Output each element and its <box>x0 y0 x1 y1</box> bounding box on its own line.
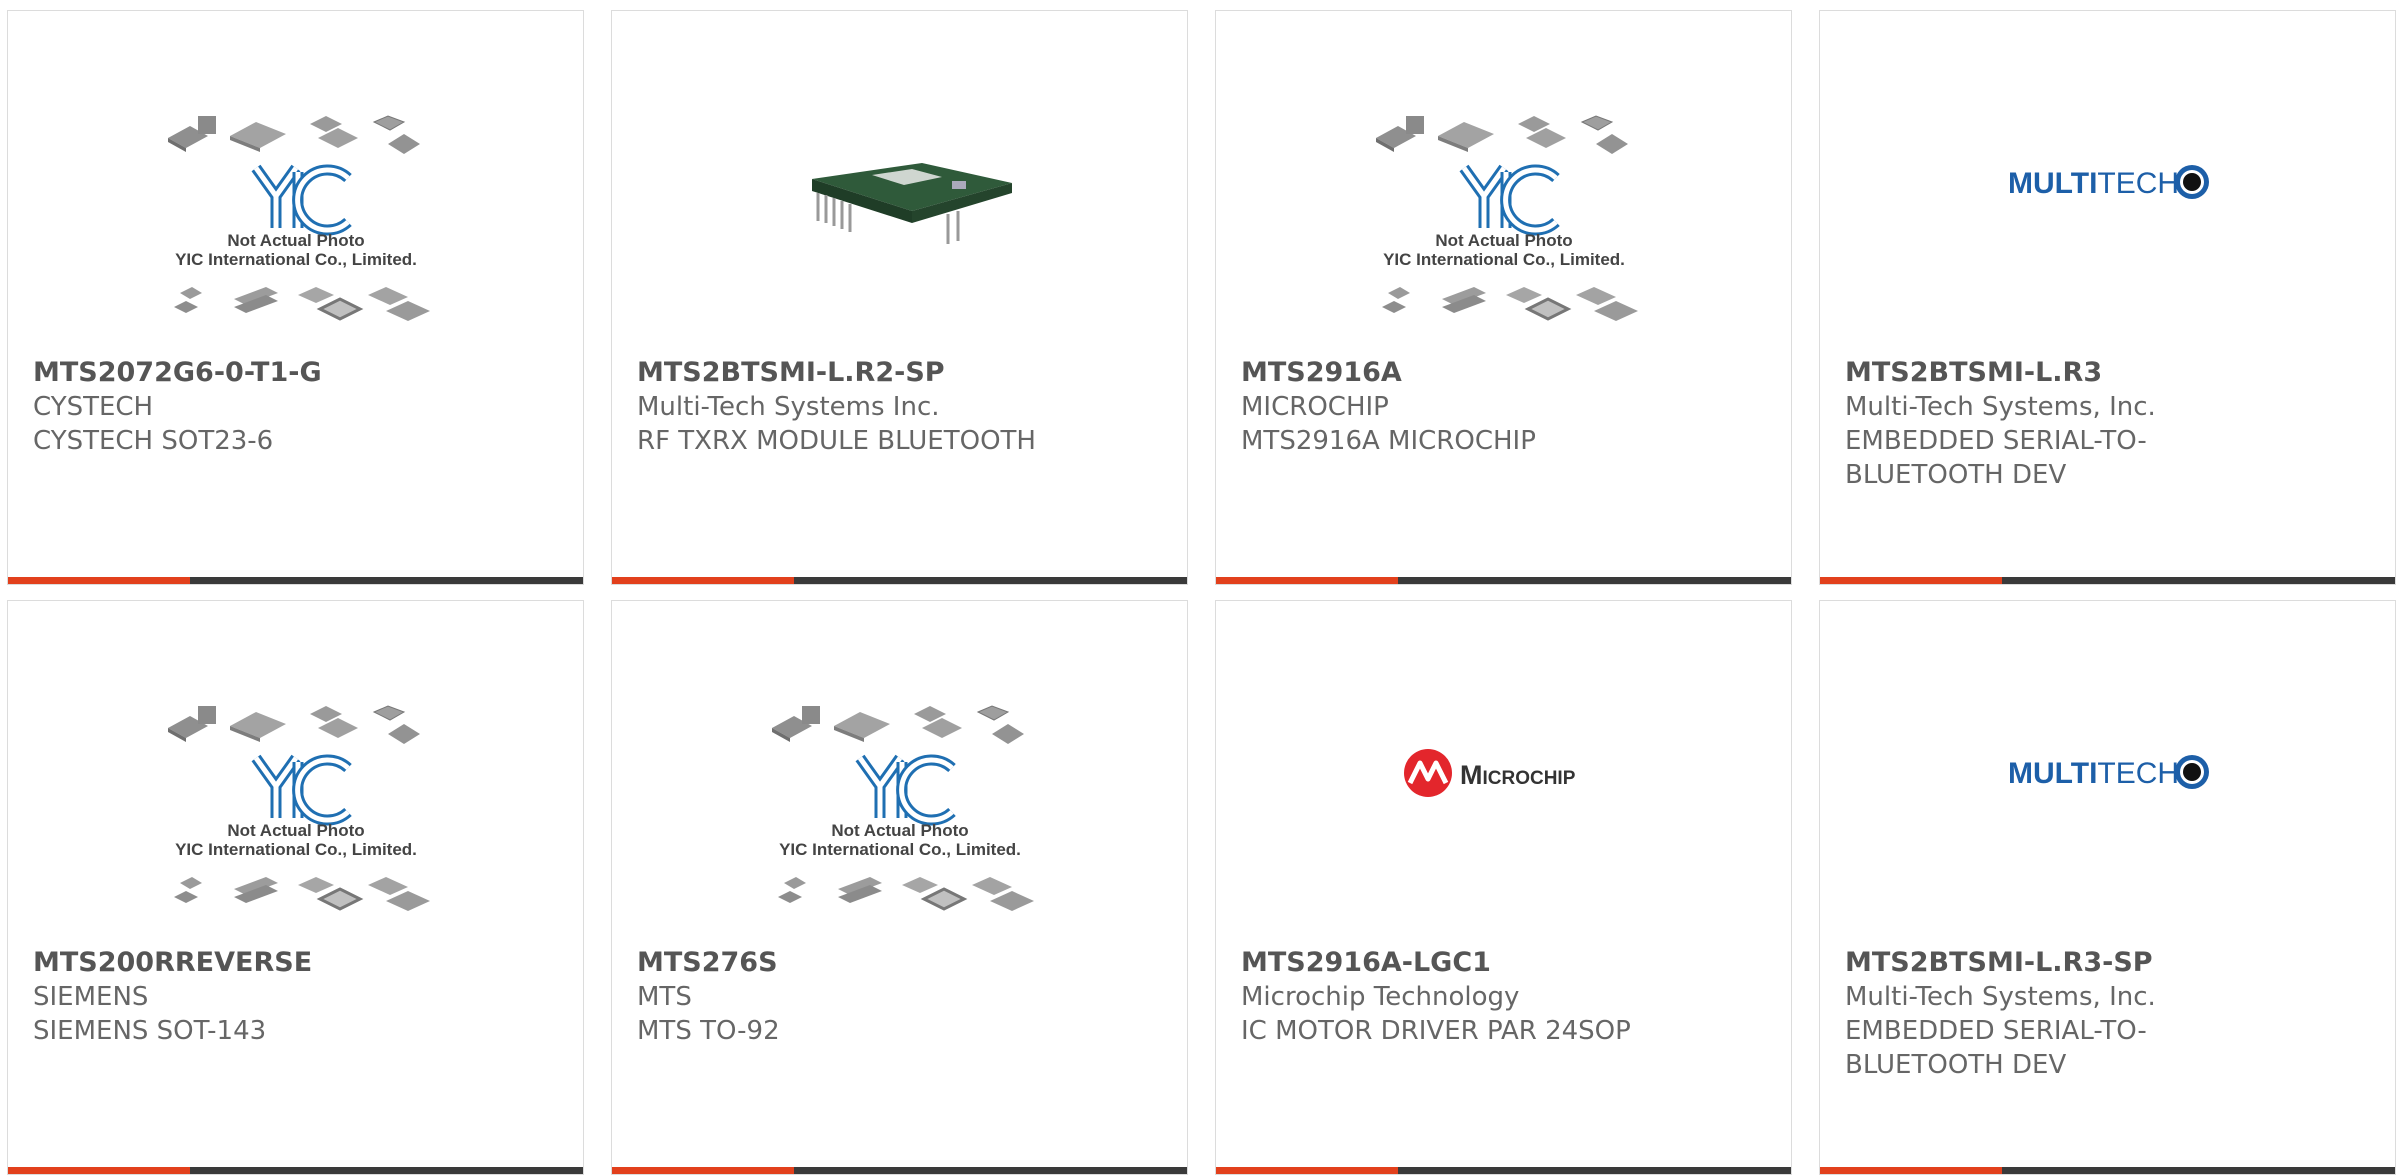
svg-text:Not Actual Photo: Not Actual Photo <box>227 231 364 250</box>
product-info: MTS2BTSMI-L.R3 Multi-Tech Systems, Inc. … <box>1845 356 2275 492</box>
manufacturer-name: MTS <box>637 982 692 1012</box>
placeholder-image: Not Actual Photo YIC International Co., … <box>1375 115 1640 323</box>
manufacturer-name: SIEMENS <box>33 982 149 1012</box>
manufacturer-name: Multi-Tech Systems, Inc. <box>1845 392 2156 422</box>
pcb-module-image <box>812 163 1012 244</box>
svg-text:Microchip: Microchip <box>1460 760 1576 790</box>
part-number-link[interactable]: MTS2BTSMI-L.R3 <box>1845 356 2275 390</box>
card-footer-accent <box>1820 1167 2002 1174</box>
product-image: Not Actual Photo YIC International Co., … <box>1216 71 1793 341</box>
product-description: SIEMENS SOT-143 <box>33 1016 267 1046</box>
product-image: MULTITECH <box>1820 661 2397 931</box>
svg-text:YIC International Co., Limited: YIC International Co., Limited. <box>175 250 417 269</box>
card-footer-bar <box>612 577 1187 584</box>
placeholder-image: Not Actual Photo YIC International Co., … <box>167 115 432 323</box>
product-image: MULTITECH <box>1820 71 2397 341</box>
card-footer-accent <box>1820 577 2002 584</box>
card-footer-accent <box>612 1167 794 1174</box>
product-description: EMBEDDED SERIAL-TO-BLUETOOTH DEV <box>1845 426 2147 490</box>
product-card[interactable]: MULTITECH MTS2BTSMI-L.R3-SP Multi-Tech S… <box>1819 600 2396 1175</box>
manufacturer-name: Multi-Tech Systems Inc. <box>637 392 940 422</box>
product-card[interactable]: Microchip MTS2916A-LGC1 Microchip Techno… <box>1215 600 1792 1175</box>
microchip-logo: Microchip <box>1404 749 1576 797</box>
card-footer-accent <box>612 577 794 584</box>
product-card[interactable]: MULTITECH MTS2BTSMI-L.R3 Multi-Tech Syst… <box>1819 10 2396 585</box>
card-footer-bar <box>1216 577 1791 584</box>
product-description: EMBEDDED SERIAL-TO-BLUETOOTH DEV <box>1845 1016 2147 1080</box>
card-footer-bar <box>1820 577 2395 584</box>
product-card[interactable]: Not Actual Photo YIC International Co., … <box>7 10 584 585</box>
product-grid: Not Actual Photo YIC International Co., … <box>0 0 2403 1175</box>
svg-text:YIC International Co., Limited: YIC International Co., Limited. <box>1383 250 1625 269</box>
product-info: MTS2BTSMI-L.R3-SP Multi-Tech Systems, In… <box>1845 946 2275 1082</box>
svg-text:Not Actual Photo: Not Actual Photo <box>831 821 968 840</box>
manufacturer-name: MICROCHIP <box>1241 392 1389 422</box>
svg-text:YIC International Co., Limited: YIC International Co., Limited. <box>175 840 417 859</box>
product-info: MTS2916A-LGC1 Microchip Technology IC MO… <box>1241 946 1671 1048</box>
bluetooth-module-icon <box>812 163 1012 244</box>
card-footer-accent <box>8 577 190 584</box>
microchip-mark-icon <box>1404 749 1452 797</box>
card-footer-bar <box>8 577 583 584</box>
product-card[interactable]: MTS2BTSMI-L.R2-SP Multi-Tech Systems Inc… <box>611 10 1188 585</box>
card-footer-bar <box>1820 1167 2395 1174</box>
yic-logo-icon <box>251 164 352 236</box>
product-image: Not Actual Photo YIC International Co., … <box>8 661 585 931</box>
placeholder-image: Not Actual Photo YIC International Co., … <box>167 705 432 913</box>
product-info: MTS200RREVERSE SIEMENS SIEMENS SOT-143 <box>33 946 463 1048</box>
yic-logo-icon <box>251 754 352 826</box>
card-footer-accent <box>8 1167 190 1174</box>
product-image: Not Actual Photo YIC International Co., … <box>8 71 585 341</box>
product-card[interactable]: Not Actual Photo YIC International Co., … <box>7 600 584 1175</box>
product-info: MTS276S MTS MTS TO-92 <box>637 946 1067 1048</box>
part-number-link[interactable]: MTS2072G6-0-T1-G <box>33 356 463 390</box>
product-description: RF TXRX MODULE BLUETOOTH <box>637 426 1036 456</box>
yic-logo-icon <box>1459 164 1560 236</box>
svg-text:MULTITECH: MULTITECH <box>2008 167 2179 200</box>
part-number-link[interactable]: MTS2916A <box>1241 356 1671 390</box>
product-description: MTS TO-92 <box>637 1016 780 1046</box>
manufacturer-name: CYSTECH <box>33 392 154 422</box>
product-image: Not Actual Photo YIC International Co., … <box>612 661 1189 931</box>
placeholder-image: Not Actual Photo YIC International Co., … <box>771 705 1036 913</box>
multitech-circle-icon <box>2175 755 2209 789</box>
card-footer-bar <box>1216 1167 1791 1174</box>
product-info: MTS2BTSMI-L.R2-SP Multi-Tech Systems Inc… <box>637 356 1067 458</box>
card-footer-bar <box>612 1167 1187 1174</box>
card-footer-bar <box>8 1167 583 1174</box>
product-card[interactable]: Not Actual Photo YIC International Co., … <box>611 600 1188 1175</box>
product-card[interactable]: Not Actual Photo YIC International Co., … <box>1215 10 1792 585</box>
manufacturer-name: Microchip Technology <box>1241 982 1520 1012</box>
svg-text:Not Actual Photo: Not Actual Photo <box>1435 231 1572 250</box>
manufacturer-name: Multi-Tech Systems, Inc. <box>1845 982 2156 1012</box>
product-description: MTS2916A MICROCHIP <box>1241 426 1536 456</box>
part-number-link[interactable]: MTS200RREVERSE <box>33 946 463 980</box>
svg-text:Not Actual Photo: Not Actual Photo <box>227 821 364 840</box>
multitech-circle-icon <box>2175 165 2209 199</box>
part-number-link[interactable]: MTS2BTSMI-L.R3-SP <box>1845 946 2275 980</box>
svg-text:MULTITECH: MULTITECH <box>2008 757 2179 790</box>
part-number-link[interactable]: MTS2BTSMI-L.R2-SP <box>637 356 1067 390</box>
svg-text:YIC International Co., Limited: YIC International Co., Limited. <box>779 840 1021 859</box>
multitech-logo: MULTITECH <box>2008 165 2209 200</box>
product-image: Microchip <box>1216 661 1793 931</box>
part-number-link[interactable]: MTS276S <box>637 946 1067 980</box>
multitech-logo: MULTITECH <box>2008 755 2209 790</box>
product-description: CYSTECH SOT23-6 <box>33 426 274 456</box>
card-footer-accent <box>1216 577 1398 584</box>
part-number-link[interactable]: MTS2916A-LGC1 <box>1241 946 1671 980</box>
product-info: MTS2916A MICROCHIP MTS2916A MICROCHIP <box>1241 356 1671 458</box>
product-image <box>612 71 1189 341</box>
yic-logo-icon <box>855 754 956 826</box>
product-description: IC MOTOR DRIVER PAR 24SOP <box>1241 1016 1631 1046</box>
product-info: MTS2072G6-0-T1-G CYSTECH CYSTECH SOT23-6 <box>33 356 463 458</box>
card-footer-accent <box>1216 1167 1398 1174</box>
